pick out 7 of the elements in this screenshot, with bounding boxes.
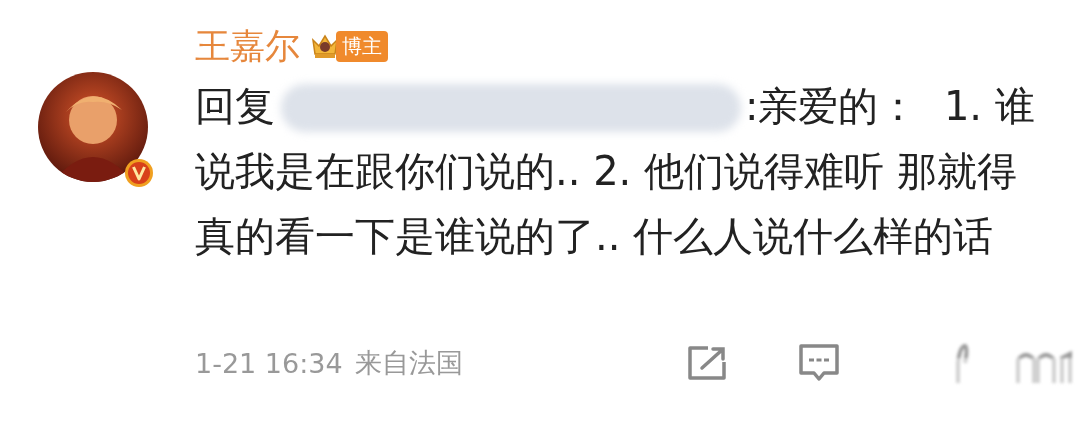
user-badge: 博主: [336, 30, 388, 62]
comment-source: 来自法国: [354, 346, 463, 380]
comment-time: 1-21 16:34: [195, 347, 343, 379]
share-icon[interactable]: [686, 345, 728, 381]
comment-icon[interactable]: [798, 343, 840, 383]
comment-text: 回复 :亲爱的： 1. 谁说我是在跟你们说的.. 2. 他们说得难听 那就得真的看一下是谁说的了.. 什么人说什么样的话: [195, 82, 1036, 261]
author-name[interactable]: 王嘉尔: [195, 22, 300, 70]
